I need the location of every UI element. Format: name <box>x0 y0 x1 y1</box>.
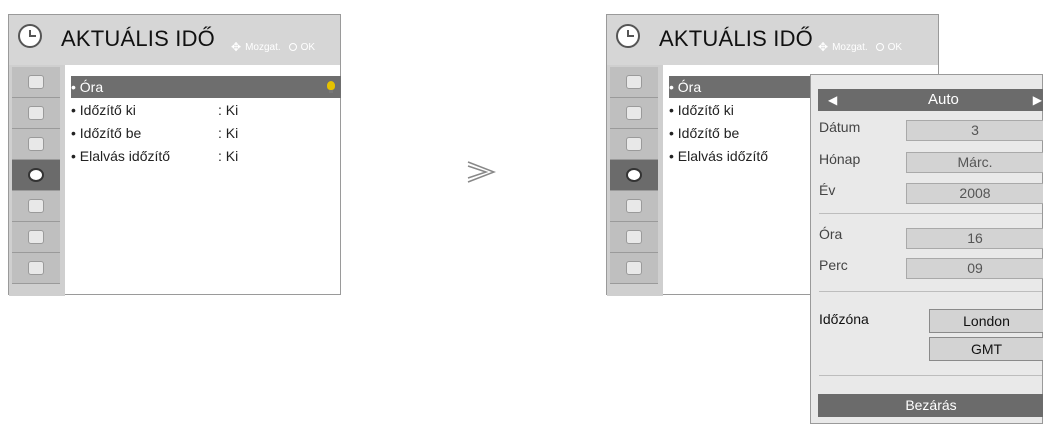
sidebar-item-picture[interactable] <box>610 67 658 98</box>
menu-item-label: • Időzítő be <box>669 125 740 141</box>
menu-item-label: • Elalvás időzítő <box>669 148 769 164</box>
timezone-label: Időzóna <box>819 311 869 327</box>
sidebar-item-setup[interactable] <box>610 253 658 284</box>
hint-move-text: Mozgat. <box>832 41 868 53</box>
category-sidebar <box>9 65 65 296</box>
dpad-icon: ✥ <box>231 40 242 54</box>
sidebar-item-time[interactable] <box>610 160 658 191</box>
screen-icon <box>626 106 642 120</box>
mode-selector[interactable]: ◀ Auto ▶ <box>818 89 1043 111</box>
ok-icon <box>875 43 884 51</box>
clock-settings-popup: ◀ Auto ▶ Dátum 3 Hónap Márc. Év 2008 Óra… <box>810 74 1043 424</box>
clock-icon <box>28 168 44 182</box>
menu-item-on-timer[interactable]: • Időzítő be <box>669 122 739 144</box>
date-field[interactable]: 3 <box>906 120 1043 141</box>
sidebar-item-screen[interactable] <box>610 98 658 129</box>
lock-icon <box>28 199 44 213</box>
clock-icon <box>18 24 42 48</box>
clock-icon <box>616 24 640 48</box>
panel-header: AKTUÁLIS IDŐ ✥ Mozgat. OK <box>9 15 340 65</box>
picture-icon <box>626 75 642 89</box>
minute-label: Perc <box>819 257 848 273</box>
menu-item-label: • Időzítő ki <box>71 102 136 118</box>
menu-item-value: : Ki <box>218 125 239 141</box>
date-label: Dátum <box>819 119 861 135</box>
sidebar-item-picture[interactable] <box>12 67 60 98</box>
category-sidebar <box>607 65 663 296</box>
minute-field[interactable]: 09 <box>906 258 1043 279</box>
sidebar-item-audio[interactable] <box>610 129 658 160</box>
month-field[interactable]: Márc. <box>906 152 1043 173</box>
divider <box>819 375 1042 376</box>
close-button[interactable]: Bezárás <box>818 394 1043 417</box>
hint-ok-text: OK <box>300 41 316 53</box>
bulb-icon <box>327 81 335 93</box>
hour-field[interactable]: 16 <box>906 228 1043 249</box>
sidebar-item-lock[interactable] <box>610 191 658 222</box>
divider <box>819 291 1042 292</box>
sidebar-item-input[interactable] <box>610 222 658 253</box>
menu-item-label: • Óra <box>669 79 702 95</box>
menu-item-value: : Ki <box>218 148 239 164</box>
input-icon <box>28 230 44 244</box>
mode-value: Auto <box>928 91 959 108</box>
year-field[interactable]: 2008 <box>906 183 1043 204</box>
picture-icon <box>28 75 44 89</box>
menu-item-sleep-timer[interactable]: • Elalvás időzítő : Ki <box>71 145 238 167</box>
menu-item-sleep-timer[interactable]: • Elalvás időzítő <box>669 145 768 167</box>
sidebar-item-screen[interactable] <box>12 98 60 129</box>
input-icon <box>626 230 642 244</box>
menu-item-label: • Időzítő be <box>71 125 142 141</box>
panel-header: AKTUÁLIS IDŐ ✥ Mozgat. OK <box>607 15 938 65</box>
clock-icon <box>626 168 642 182</box>
month-label: Hónap <box>819 151 861 167</box>
setup-icon <box>28 261 44 275</box>
timezone-offset-field[interactable]: GMT <box>929 337 1043 361</box>
dpad-icon: ✥ <box>818 40 829 54</box>
menu-content: • Óra • Időzítő ki : Ki • Időzítő be : K… <box>65 65 341 294</box>
menu-item-clock[interactable]: • Óra <box>669 76 819 98</box>
navigation-hint: ✥ Mozgat. OK <box>231 40 315 54</box>
left-menu-panel: AKTUÁLIS IDŐ ✥ Mozgat. OK • Óra • Időzít… <box>8 14 341 296</box>
setup-icon <box>626 261 642 275</box>
hint-move-text: Mozgat. <box>245 41 281 53</box>
sidebar-item-audio[interactable] <box>12 129 60 160</box>
navigation-hint: ✥ Mozgat. OK <box>818 40 902 54</box>
sidebar-item-time[interactable] <box>12 160 60 191</box>
lock-icon <box>626 199 642 213</box>
menu-item-clock[interactable]: • Óra <box>71 76 341 98</box>
menu-item-value: : Ki <box>218 102 239 118</box>
menu-item-label: • Elalvás időzítő <box>71 148 171 164</box>
divider <box>819 213 1042 214</box>
sidebar-item-setup[interactable] <box>12 253 60 284</box>
ok-icon <box>288 43 297 51</box>
timezone-city-field[interactable]: London <box>929 309 1043 333</box>
right-arrow-icon[interactable]: ▶ <box>1033 89 1042 111</box>
menu-item-label: • Óra <box>71 79 104 95</box>
hour-label: Óra <box>819 226 843 242</box>
screen-icon <box>28 106 44 120</box>
page-title: AKTUÁLIS IDŐ <box>61 26 215 51</box>
hint-ok-text: OK <box>887 41 903 53</box>
audio-icon <box>626 137 642 151</box>
sidebar-item-lock[interactable] <box>12 191 60 222</box>
menu-item-label: • Időzítő ki <box>669 102 734 118</box>
left-arrow-icon[interactable]: ◀ <box>828 89 837 111</box>
menu-item-on-timer[interactable]: • Időzítő be : Ki <box>71 122 238 144</box>
menu-item-off-timer[interactable]: • Időzítő ki : Ki <box>71 99 238 121</box>
year-label: Év <box>819 182 836 198</box>
sidebar-item-input[interactable] <box>12 222 60 253</box>
audio-icon <box>28 137 44 151</box>
menu-item-off-timer[interactable]: • Időzítő ki <box>669 99 734 121</box>
page-title: AKTUÁLIS IDŐ <box>659 26 813 51</box>
next-step-arrow-icon <box>467 161 496 183</box>
